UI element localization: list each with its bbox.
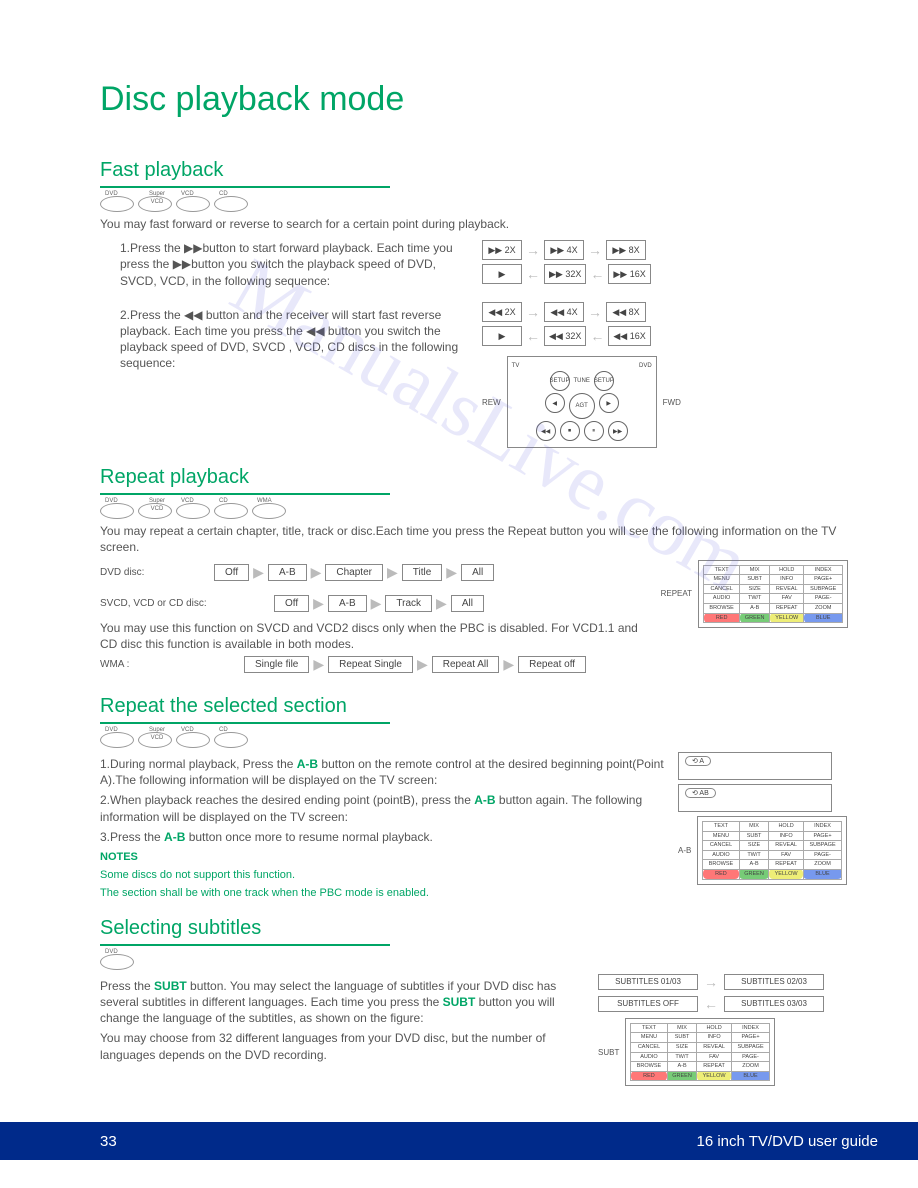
sub-disc-row: DVD: [100, 954, 848, 970]
ab-notes-title: NOTES: [100, 851, 666, 863]
page-title: Disc playback mode: [100, 80, 848, 119]
rew-icon: ◀◀: [536, 421, 556, 441]
forward-speed-row2: ▶← ▶▶ 32X← ▶▶ 16X: [482, 264, 848, 284]
section-repeat-title: Repeat playback: [100, 466, 848, 489]
setup-button: SETUP: [550, 371, 570, 391]
ab-step1: 1.During normal playback, Press the A-B …: [100, 756, 666, 788]
guide-title: 16 inch TV/DVD user guide: [697, 1133, 879, 1150]
repeat-disc-row: DVD Super VCD VCD CD WMA: [100, 503, 848, 519]
remote-button-grid: TEXTMIXHOLDINDEX MENUSUBTINFOPAGE+ CANCE…: [698, 560, 848, 629]
forward-speed-row1: ▶▶ 2X→ ▶▶ 4X→ ▶▶ 8X: [482, 240, 848, 260]
divider: [100, 493, 390, 495]
fast-step2: 2.Press the ◀◀ button and the receiver w…: [120, 307, 470, 372]
wma-repeat-flow: WMA : Single file▶ Repeat Single▶ Repeat…: [100, 656, 649, 673]
ab-note2: The section shall be with one track when…: [100, 887, 666, 899]
divider: [100, 944, 390, 946]
ab-step2: 2.When playback reaches the desired endi…: [100, 792, 666, 824]
section-fast-title: Fast playback: [100, 159, 848, 182]
dvd-repeat-flow: DVD disc: Off▶ A-B▶ Chapter▶ Title▶ All: [100, 564, 649, 581]
section-ab-title: Repeat the selected section: [100, 695, 848, 718]
section-subtitles-title: Selecting subtitles: [100, 917, 848, 940]
divider: [100, 722, 390, 724]
remote-button-grid: TEXTMIXHOLDINDEX MENUSUBTINFOPAGE+ CANCE…: [697, 816, 847, 885]
divider: [100, 186, 390, 188]
remote-button-grid: TEXTMIXHOLDINDEX MENUSUBTINFOPAGE+ CANCE…: [625, 1018, 775, 1087]
ab-screen-a: ⟲ A: [678, 752, 832, 780]
page-number: 33: [100, 1133, 117, 1150]
ab-step3: 3.Press the A-B button once more to resu…: [100, 829, 666, 845]
fwd-icon: ▶▶: [608, 421, 628, 441]
setup-button: SETUP: [594, 371, 614, 391]
remote-tune-panel: REW TV DVD SETUP TUNE SETUP ◀ AGT ▶: [482, 356, 848, 448]
ab-screen-ab: ⟲ AB: [678, 784, 832, 812]
sub-p1: Press the SUBT button. You may select th…: [100, 978, 586, 1027]
page-footer: 33 16 inch TV/DVD user guide: [0, 1122, 918, 1160]
fast-intro: You may fast forward or reverse to searc…: [100, 216, 848, 232]
fast-disc-row: DVD Super VCD VCD CD: [100, 196, 848, 212]
stop-icon: ⏹: [560, 421, 580, 441]
svcd-repeat-flow: SVCD, VCD or CD disc: Off▶ A-B▶ Track▶ A…: [100, 595, 649, 612]
pause-icon: ⏸: [584, 421, 604, 441]
repeat-note: You may use this function on SVCD and VC…: [100, 620, 649, 652]
reverse-speed-row1: ◀◀ 2X→ ◀◀ 4X→ ◀◀ 8X: [482, 302, 848, 322]
reverse-speed-row2: ▶← ◀◀ 32X← ◀◀ 16X: [482, 326, 848, 346]
ab-disc-row: DVD Super VCD VCD CD: [100, 732, 848, 748]
ab-note1: Some discs do not support this function.: [100, 869, 666, 881]
sub-p2: You may choose from 32 different languag…: [100, 1030, 586, 1062]
fast-step1: 1.Press the ▶▶button to start forward pl…: [120, 240, 470, 289]
page-content: Disc playback mode Fast playback DVD Sup…: [0, 0, 918, 1160]
subtitle-sequence: SUBTITLES 01/03→SUBTITLES 02/03 SUBTITLE…: [598, 974, 828, 1012]
repeat-intro: You may repeat a certain chapter, title,…: [100, 523, 848, 555]
